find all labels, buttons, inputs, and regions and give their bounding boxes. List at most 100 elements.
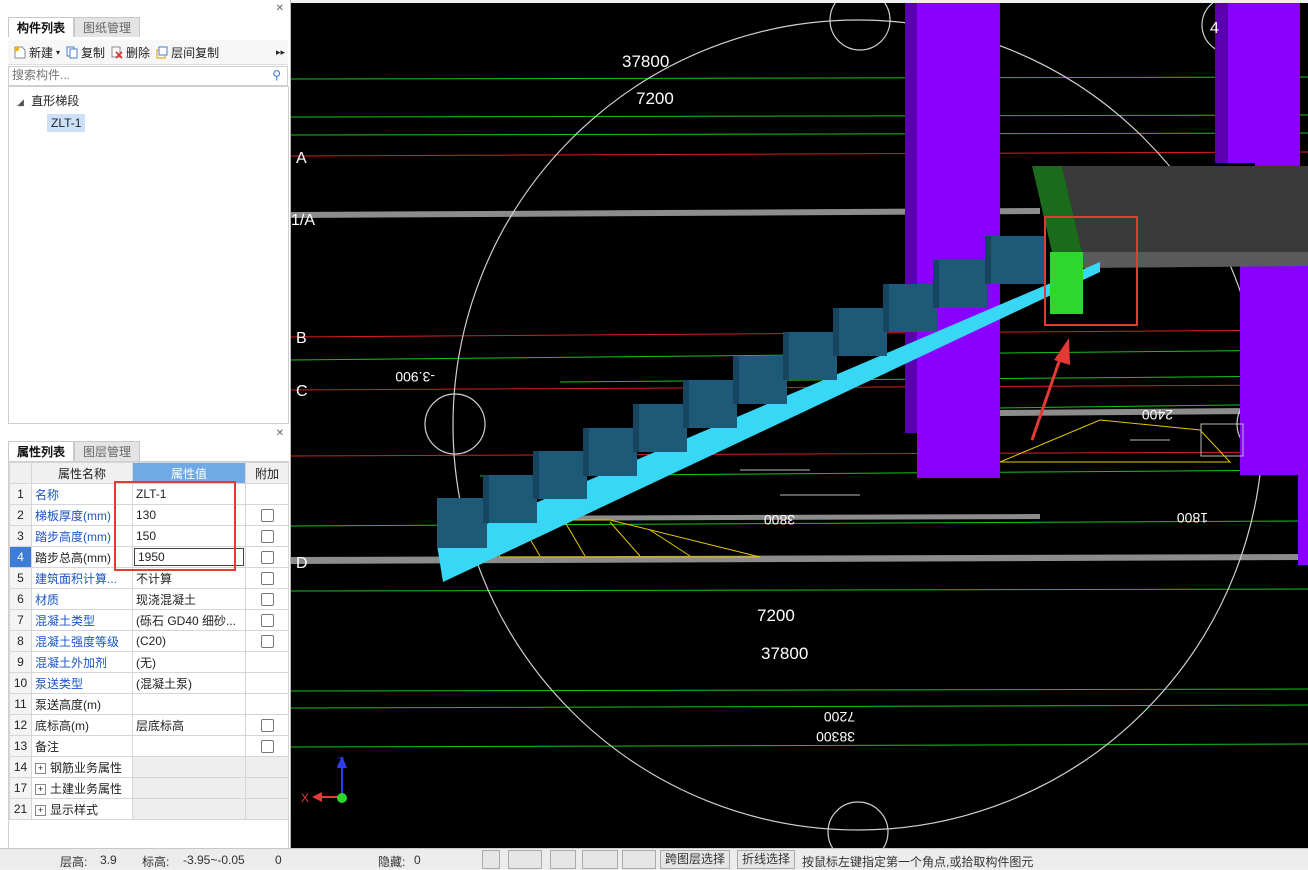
tab-property-list[interactable]: 属性列表 <box>8 441 75 461</box>
component-tree: ◢ 直形梯段 ZLT-1 <box>8 86 289 424</box>
value-cell[interactable]: (无) <box>132 651 246 673</box>
svg-text:1/A: 1/A <box>291 212 315 229</box>
copy-label: 复制 <box>81 45 106 60</box>
left-panel: ✕ 构件列表 图纸管理 新建 ▾ 复制 删除 层间复制 ▸▸ ⚲ ◢ 直形梯段 <box>0 0 291 849</box>
attach-checkbox[interactable] <box>260 593 274 607</box>
grid-circles <box>424 3 1298 848</box>
delete-label: 删除 <box>126 45 151 60</box>
close-icon[interactable]: ✕ <box>276 3 284 14</box>
table-row-group[interactable]: 17 + 土建业务属性 <box>9 777 289 799</box>
ortho-icon[interactable] <box>482 850 500 869</box>
table-row-group[interactable]: 14 + 钢筋业务属性 <box>9 756 289 778</box>
tree-group-label: 直形梯段 <box>31 94 80 108</box>
svg-text:7200: 7200 <box>824 709 855 725</box>
svg-text:Z: Z <box>337 755 344 769</box>
more-icon[interactable]: ▸▸ <box>276 47 285 58</box>
tree-item-zlt1[interactable]: ZLT-1 <box>47 114 86 132</box>
search-input[interactable] <box>9 67 265 83</box>
copy-icon <box>66 46 78 58</box>
tab-component-list[interactable]: 构件列表 <box>8 17 75 37</box>
svg-text:D: D <box>296 555 308 572</box>
cross-icon[interactable] <box>550 850 576 869</box>
expand-plus-icon[interactable]: + <box>35 783 46 795</box>
new-label: 新建 <box>29 45 54 60</box>
header-extra: 附加 <box>245 462 289 484</box>
tab-layer-manager[interactable]: 图层管理 <box>74 441 141 461</box>
table-row[interactable]: 10 泵送类型 (混凝土泵) <box>9 672 289 694</box>
table-row[interactable]: 13 备注 <box>9 735 289 757</box>
floor-copy-button[interactable]: 层间复制 <box>156 44 219 61</box>
svg-text:37800: 37800 <box>622 52 669 71</box>
floor-height-value: 3.9 <box>100 853 117 867</box>
table-row-group[interactable]: 21 + 显示样式 <box>9 798 289 820</box>
svg-text:3800: 3800 <box>764 512 795 528</box>
svg-text:A: A <box>296 150 307 167</box>
header-num <box>9 462 32 484</box>
property-highlight-box <box>114 481 236 571</box>
svg-text:1800: 1800 <box>1177 510 1208 526</box>
scene-svg: 37800 7200 7200 37800 -3.900 2400 3800 1… <box>291 3 1308 848</box>
elevation-value: -3.95~-0.05 <box>183 853 245 867</box>
cross-layer-select-button[interactable]: 跨图层选择 <box>660 850 731 869</box>
select-mode-icon[interactable] <box>508 850 542 869</box>
axis-gizmo: Z X <box>301 755 347 805</box>
delete-button[interactable]: 删除 <box>111 44 150 61</box>
floor-copy-label: 层间复制 <box>171 45 220 60</box>
count-value: 0 <box>275 853 282 867</box>
component-search: ⚲ <box>8 66 288 86</box>
attach-checkbox[interactable] <box>260 572 274 586</box>
svg-text:38300: 38300 <box>816 729 855 745</box>
attach-checkbox[interactable] <box>260 740 274 754</box>
expand-plus-icon[interactable]: + <box>35 804 46 816</box>
component-tabs: 构件列表 图纸管理 <box>8 17 141 37</box>
value-cell[interactable]: 现浇混凝土 <box>132 588 246 610</box>
table-row[interactable]: 8 混凝土强度等级 (C20) <box>9 630 289 652</box>
svg-text:7200: 7200 <box>757 606 795 625</box>
value-cell[interactable]: (C20) <box>132 630 246 652</box>
copy-button[interactable]: 复制 <box>66 44 105 61</box>
value-cell[interactable]: 层底标高 <box>132 714 246 736</box>
svg-text:C: C <box>296 383 308 400</box>
table-row[interactable]: 12 底标高(m) 层底标高 <box>9 714 289 736</box>
value-cell[interactable]: (混凝土泵) <box>132 672 246 694</box>
attach-checkbox[interactable] <box>260 719 274 733</box>
chevron-down-icon[interactable]: ▾ <box>56 48 60 57</box>
svg-text:37800: 37800 <box>761 644 808 663</box>
value-cell[interactable] <box>132 693 246 715</box>
selected-block[interactable] <box>1050 252 1083 314</box>
close-icon[interactable]: ✕ <box>276 428 284 439</box>
search-icon[interactable]: ⚲ <box>272 68 281 82</box>
annotation-arrow <box>1030 338 1070 441</box>
floor-height-label: 层高: <box>60 855 88 869</box>
table-row[interactable]: 11 泵送高度(m) <box>9 693 289 715</box>
angle-icon[interactable] <box>582 850 618 869</box>
attach-checkbox[interactable] <box>260 635 274 649</box>
stair-slab <box>437 262 1100 582</box>
svg-text:2400: 2400 <box>1142 407 1173 423</box>
table-row[interactable]: 6 材质 现浇混凝土 <box>9 588 289 610</box>
tab-drawing-manager[interactable]: 图纸管理 <box>74 17 141 37</box>
drawing-viewport[interactable]: 37800 7200 7200 37800 -3.900 2400 3800 1… <box>291 3 1308 848</box>
new-file-icon <box>14 46 26 58</box>
expand-plus-icon[interactable]: + <box>35 762 46 774</box>
attach-checkbox[interactable] <box>260 530 274 544</box>
svg-text:B: B <box>296 330 307 347</box>
elevation-label: 标高: <box>142 855 170 869</box>
table-row[interactable]: 9 混凝土外加剂 (无) <box>9 651 289 673</box>
new-button[interactable]: 新建 ▾ <box>14 44 60 61</box>
value-cell[interactable]: (砾石 GD40 细砂... <box>132 609 246 631</box>
hidden-label: 隐藏: <box>378 855 406 869</box>
svg-text:-3.900: -3.900 <box>395 369 435 385</box>
collapse-triangle-icon[interactable]: ◢ <box>17 97 24 107</box>
value-cell[interactable] <box>132 735 246 757</box>
snap-icon[interactable] <box>622 850 656 869</box>
status-hint: 按鼠标左键指定第一个角点,或拾取构件图元 <box>802 855 1034 869</box>
attach-checkbox[interactable] <box>260 509 274 523</box>
hidden-value: 0 <box>414 853 421 867</box>
attach-checkbox[interactable] <box>260 551 274 565</box>
polyline-select-button[interactable]: 折线选择 <box>737 850 796 869</box>
table-row[interactable]: 7 混凝土类型 (砾石 GD40 细砂... <box>9 609 289 631</box>
svg-text:4: 4 <box>1210 20 1219 37</box>
attach-checkbox[interactable] <box>260 614 274 628</box>
tree-group[interactable]: ◢ 直形梯段 <box>17 92 79 109</box>
